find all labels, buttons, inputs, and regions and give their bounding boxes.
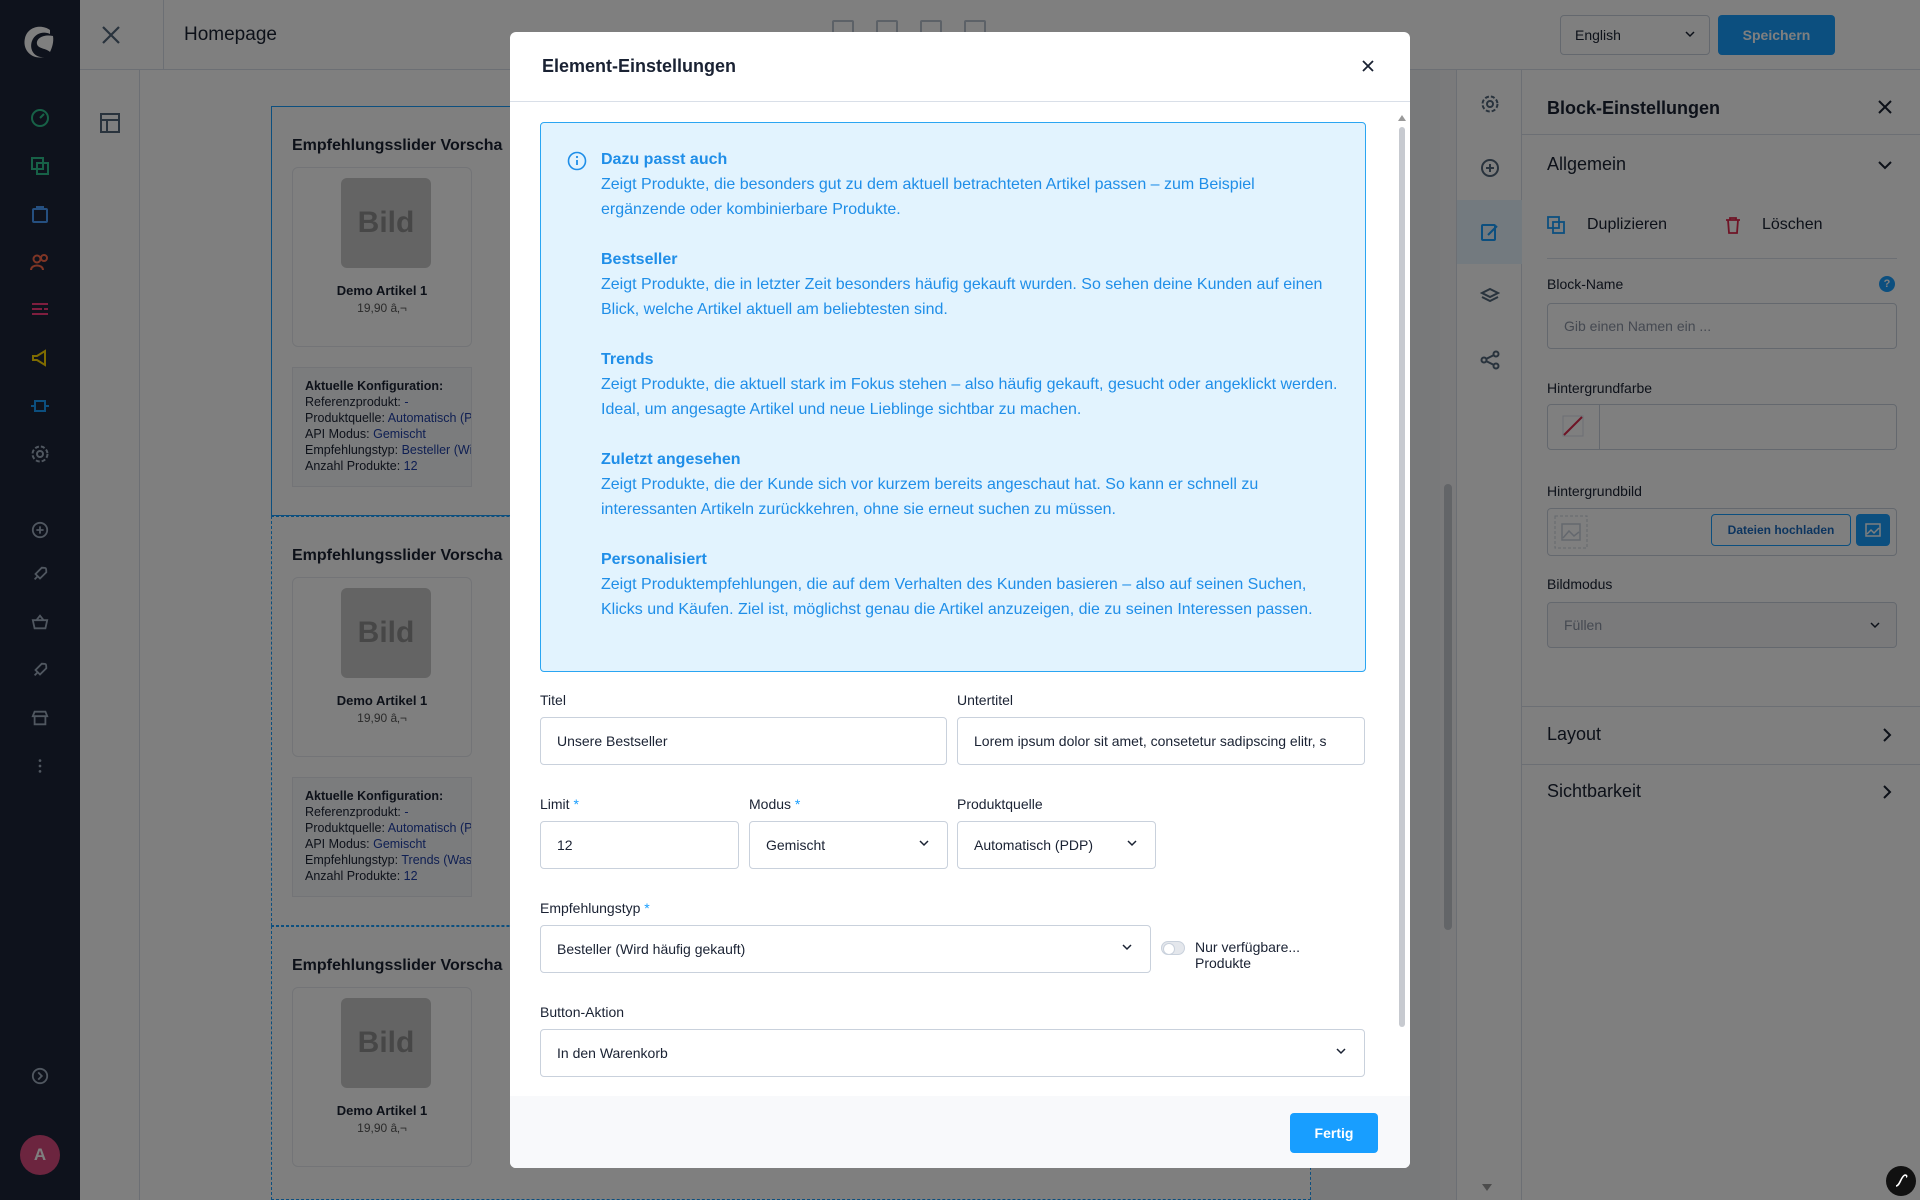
chevron-down-icon [919,840,929,847]
info-section: Trends Zeigt Produkte, die aktuell stark … [601,351,1338,418]
info-section: Bestseller Zeigt Produkte, die in letzter… [601,251,1323,318]
modal-footer [510,1096,1410,1168]
subtitle-input[interactable]: Lorem ipsum dolor sit amet, consetetur s… [957,717,1365,765]
rec-type-label: Empfehlungstyp * [540,900,650,916]
button-action-select[interactable]: In den Warenkorb [540,1029,1365,1077]
info-section: Personalisiert Zeigt Produktempfehlungen,… [601,551,1313,618]
button-action-value: In den Warenkorb [557,1045,668,1061]
mode-label: Modus * [749,796,801,812]
modal-header: Element-Einstellungen [510,32,1410,102]
modal-scrollbar[interactable] [1396,107,1408,1168]
done-button[interactable]: Fertig [1290,1113,1378,1153]
chevron-down-icon [1122,944,1132,951]
source-select[interactable]: Automatisch (PDP) [957,821,1156,869]
source-label: Produktquelle [957,796,1043,812]
element-settings-modal: Element-Einstellungen Dazu passt auch Zei… [510,32,1410,1168]
title-input[interactable]: Unsere Bestseller [540,717,947,765]
title-label: Titel [540,692,566,708]
limit-label: Limit * [540,796,579,812]
mode-value: Gemischt [766,837,826,853]
chevron-down-icon [1127,840,1137,847]
only-available-toggle[interactable] [1161,941,1185,955]
mode-select[interactable]: Gemischt [749,821,948,869]
button-action-label: Button-Aktion [540,1004,625,1020]
close-icon[interactable] [1362,60,1374,72]
scroll-up-icon[interactable] [1398,115,1406,121]
symfony-toolbar-icon[interactable] [1886,1166,1916,1196]
info-icon [567,151,587,171]
info-section: Dazu passt auch Zeigt Produkte, die beson… [601,151,1255,218]
modal-title: Element-Einstellungen [542,56,737,76]
info-text: Dazu passt auch Zeigt Produkte, die beson… [601,147,1341,622]
chevron-down-icon [1336,1048,1346,1055]
rec-type-value: Besteller (Wird häufig gekauft) [557,941,746,957]
only-available-label: Nur verfügbare... Produkte [1195,939,1301,971]
limit-input[interactable]: 12 [540,821,739,869]
rec-type-select[interactable]: Besteller (Wird häufig gekauft) [540,925,1151,973]
scrollbar-thumb[interactable] [1399,127,1405,1027]
info-alert: Dazu passt auch Zeigt Produkte, die beson… [540,122,1366,672]
info-section: Zuletzt angesehen Zeigt Produkte, die der… [601,451,1259,518]
symfony-icon [1895,1174,1908,1187]
source-value: Automatisch (PDP) [974,837,1094,853]
subtitle-label: Untertitel [957,692,1014,708]
